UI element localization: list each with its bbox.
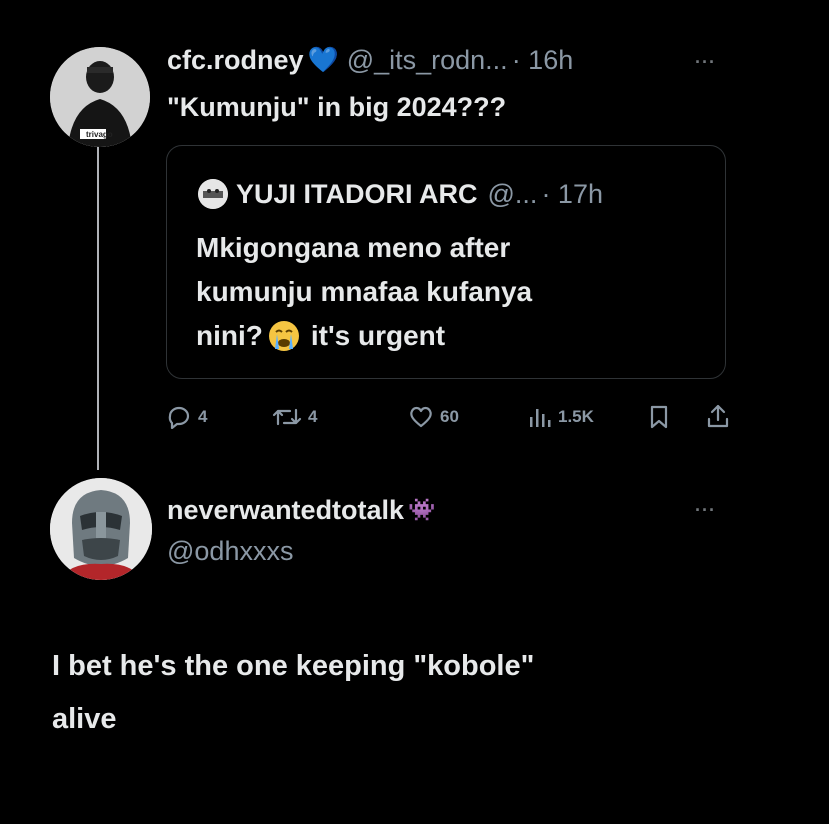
share-icon <box>707 404 729 428</box>
quoted-avatar[interactable] <box>198 179 228 209</box>
views-button[interactable]: 1.5K <box>526 405 594 429</box>
metal-mask-icon <box>50 478 152 580</box>
quoted-text-line-last: nini? it's urgent <box>196 314 532 358</box>
quoted-handle[interactable]: @... <box>488 179 538 210</box>
bar-chart-icon <box>530 409 551 427</box>
crying-face-icon <box>268 321 299 351</box>
bookmark-button[interactable] <box>648 404 670 435</box>
share-button[interactable] <box>706 403 730 434</box>
bookmark-icon <box>650 405 668 429</box>
reply-text-line: alive <box>52 703 117 735</box>
like-count: 60 <box>440 407 459 426</box>
quoted-text-line: Mkigongana meno after <box>196 232 511 263</box>
reply-display-name[interactable]: neverwantedtotalk <box>167 495 404 526</box>
post-time[interactable]: · 16h <box>512 45 574 76</box>
alien-monster-icon: 👾 <box>408 497 436 522</box>
reply-text-line: I bet he's the one keeping "kobole" <box>52 650 535 682</box>
quoted-time[interactable]: · 17h <box>541 179 603 210</box>
like-button[interactable]: 60 <box>408 405 459 429</box>
quoted-header: YUJI ITADORI ARC @... · 17h <box>236 176 603 212</box>
reply-count: 4 <box>198 407 208 426</box>
avatar-neverwantedtotalk[interactable] <box>50 478 152 580</box>
avatar-shirt-label: trivago <box>86 130 113 139</box>
repost-count: 4 <box>308 407 318 426</box>
repost-icon <box>272 408 302 426</box>
avatar-cfc-rodney[interactable]: trivago <box>50 47 150 147</box>
reply-handle[interactable]: @odhxxxs <box>167 536 293 567</box>
quoted-text-line: kumunju mnafaa kufanya <box>196 276 533 307</box>
quoted-text-line: nini? <box>196 320 263 351</box>
repost-button[interactable]: 4 <box>272 405 317 429</box>
quoted-text-tail: it's urgent <box>310 320 446 351</box>
tweet1-header: cfc.rodney 💙 @_its_rodn... · 16h <box>167 42 573 78</box>
view-count: 1.5K <box>558 407 594 426</box>
tweet1-text: "Kumunju" in big 2024??? <box>167 92 507 122</box>
reply-button[interactable]: 4 <box>166 405 207 429</box>
reply-text: I bet he's the one keeping "kobole" aliv… <box>52 640 534 746</box>
blue-heart-icon: 💙 <box>307 45 339 74</box>
quoted-text: Mkigongana meno after kumunju mnafaa kuf… <box>196 226 532 358</box>
thread-connector-line <box>97 140 99 470</box>
reply-more-options-icon[interactable]: ··· <box>695 500 716 521</box>
quoted-display-name[interactable]: YUJI ITADORI ARC <box>236 179 478 210</box>
reply-icon <box>168 406 190 429</box>
reply-header: neverwantedtotalk 👾 <box>167 492 435 528</box>
user-handle[interactable]: @_its_rodn... <box>347 45 508 76</box>
display-name[interactable]: cfc.rodney <box>167 45 304 76</box>
masked-face-icon <box>198 179 228 209</box>
more-options-icon[interactable]: ··· <box>695 52 716 73</box>
heart-icon <box>410 406 432 428</box>
